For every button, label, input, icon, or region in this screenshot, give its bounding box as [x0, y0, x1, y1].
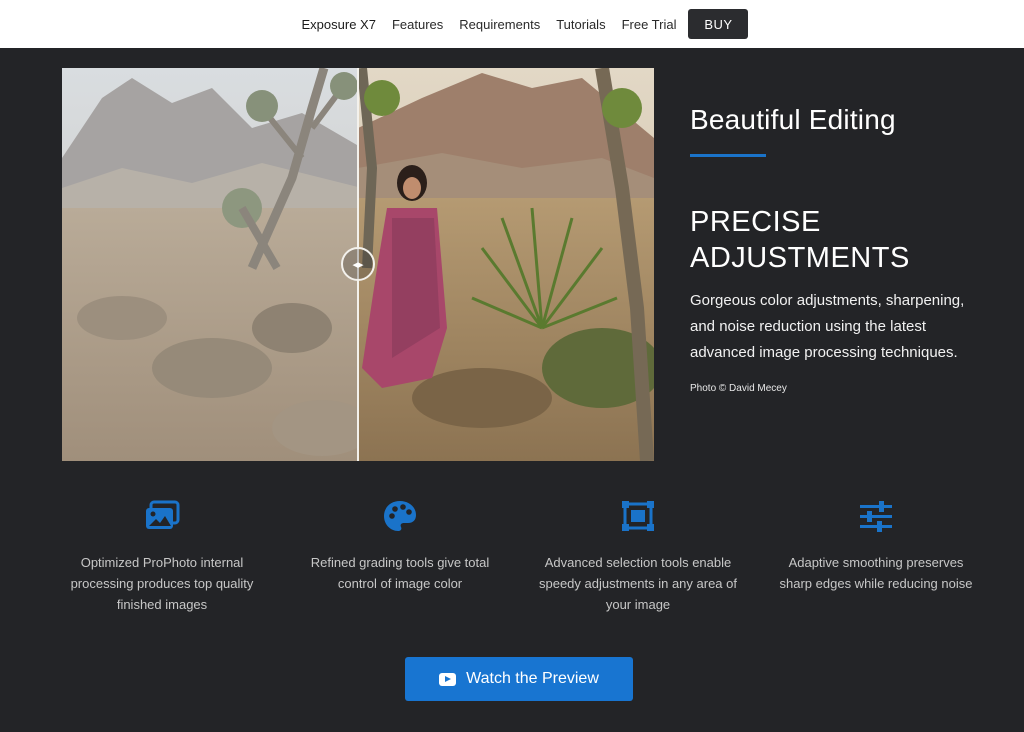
feature-item-smoothing: Adaptive smoothing preserves sharp edges…: [776, 500, 976, 594]
youtube-icon: [439, 672, 457, 686]
feature-text: Optimized ProPhoto internal processing p…: [70, 555, 254, 612]
section-title: Beautiful Editing: [690, 104, 896, 135]
feature-item-prophoto: Optimized ProPhoto internal processing p…: [62, 500, 262, 615]
feature-item-selection: Advanced selection tools enable speedy a…: [538, 500, 738, 615]
hero-text: Beautiful Editing PRECISE ADJUSTMENTS Go…: [690, 104, 980, 394]
photo-credit: Photo © David Mecey: [690, 383, 787, 394]
nav-link-features[interactable]: Features: [384, 17, 451, 32]
nav-links: Exposure X7 Features Requirements Tutori…: [294, 9, 749, 39]
section-heading: PRECISE ADJUSTMENTS: [690, 204, 980, 276]
feature-text: Refined grading tools give total control…: [310, 555, 490, 591]
comparison-slider-handle[interactable]: ◂▸: [341, 247, 375, 281]
feature-list: Optimized ProPhoto internal processing p…: [62, 500, 992, 620]
nav-link-exposure-x7[interactable]: Exposure X7: [294, 17, 384, 32]
feature-text: Advanced selection tools enable speedy a…: [538, 555, 737, 612]
watch-preview-button[interactable]: Watch the Preview: [405, 657, 633, 701]
nav-link-requirements[interactable]: Requirements: [451, 17, 548, 32]
nav-link-free-trial[interactable]: Free Trial: [614, 17, 685, 32]
section-description: Gorgeous color adjustments, sharpening, …: [690, 292, 965, 361]
sliders-icon: [860, 501, 892, 532]
feature-text: Adaptive smoothing preserves sharp edges…: [779, 555, 973, 591]
heading-line-1: PRECISE: [690, 206, 821, 238]
images-icon: [146, 500, 180, 529]
heading-line-2: ADJUSTMENTS: [690, 242, 910, 274]
accent-underline: [690, 154, 766, 157]
buy-button[interactable]: BUY: [688, 9, 749, 39]
before-after-image[interactable]: ◂▸: [62, 68, 654, 461]
feature-item-grading: Refined grading tools give total control…: [300, 500, 500, 594]
top-nav: Exposure X7 Features Requirements Tutori…: [0, 0, 1024, 48]
watch-preview-label: Watch the Preview: [466, 670, 599, 687]
palette-icon: [384, 501, 416, 531]
object-group-icon: [622, 501, 654, 531]
nav-link-tutorials[interactable]: Tutorials: [548, 17, 613, 32]
